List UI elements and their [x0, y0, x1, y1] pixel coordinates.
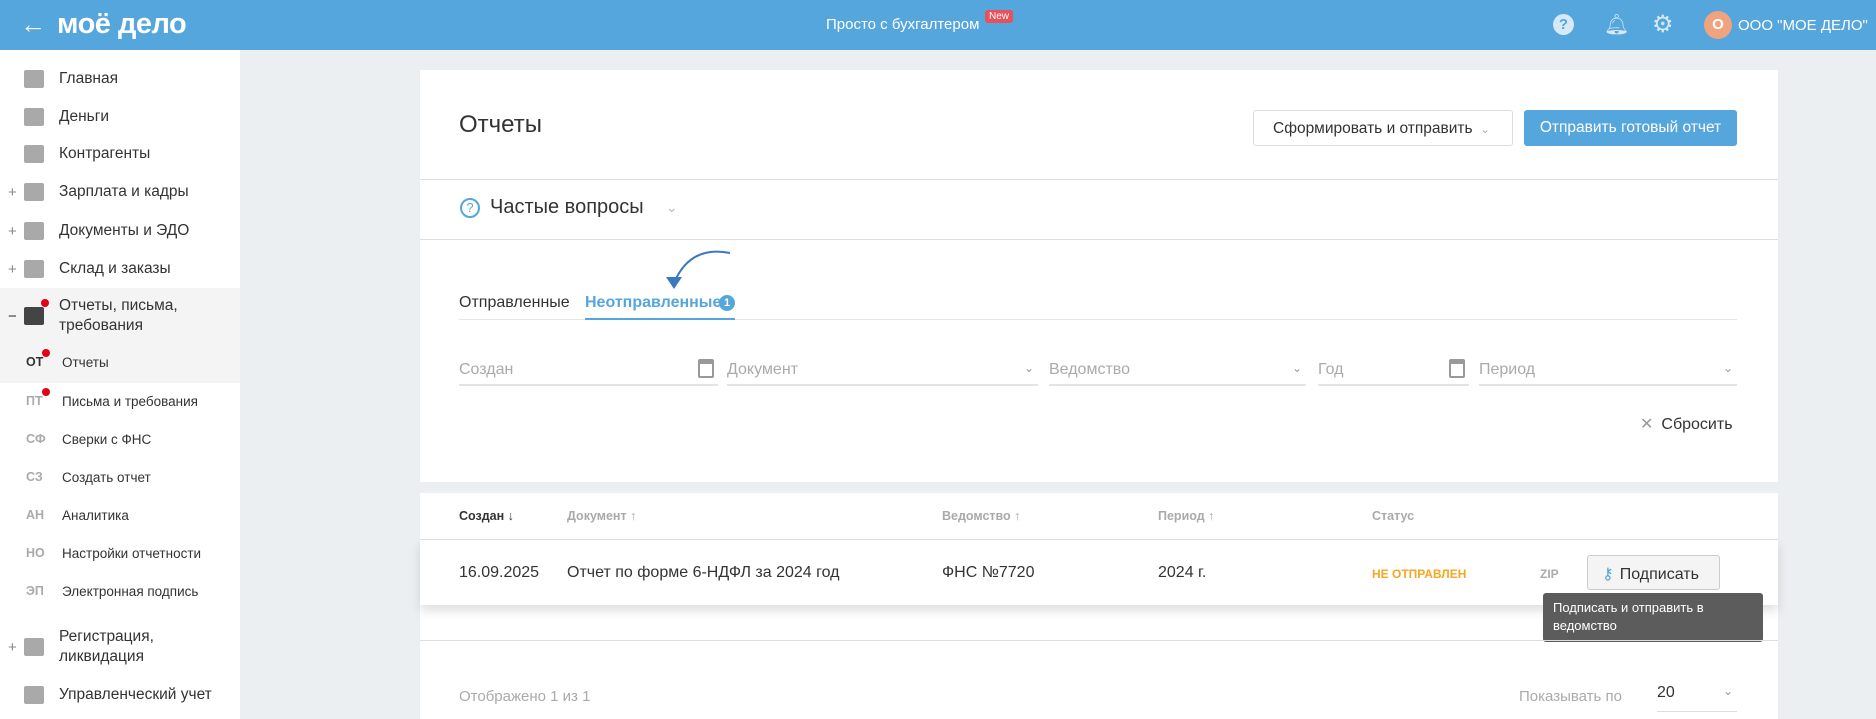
new-badge: New — [985, 10, 1014, 23]
chevron-down-icon: ⌄ — [1480, 124, 1490, 136]
chevron-down-icon[interactable]: ⌄ — [666, 199, 678, 216]
calendar-icon[interactable] — [698, 359, 714, 378]
status-badge: НЕ ОТПРАВЛЕН — [1372, 567, 1467, 581]
reset-filters-button[interactable]: ✕ Сбросить — [1640, 414, 1733, 434]
org-name[interactable]: ООО "МОЕ ДЕЛО" — [1738, 17, 1868, 34]
sidebar-item-home[interactable]: Главная — [0, 68, 240, 90]
page-title: Отчеты — [459, 111, 542, 138]
document-filter[interactable]: Документ ⌄ — [727, 355, 1038, 386]
person-icon — [24, 145, 44, 163]
sidebar-item-documents[interactable]: + Документы и ЭДО — [0, 220, 240, 242]
money-icon — [24, 108, 44, 126]
help-icon[interactable]: ? — [1553, 14, 1574, 35]
divider — [420, 179, 1778, 180]
back-arrow-icon[interactable]: ← — [20, 9, 46, 40]
annotation-arrow-icon — [666, 250, 731, 289]
registration-icon — [24, 638, 44, 656]
sidebar-item-reports-section[interactable]: − Отчеты, письма, требования — [0, 296, 240, 336]
shown-count: Отображено 1 из 1 — [459, 688, 591, 705]
faq-toggle[interactable]: Частые вопросы — [490, 196, 644, 219]
gear-icon[interactable]: ⚙ — [1652, 10, 1674, 39]
year-filter[interactable]: Год — [1318, 355, 1469, 386]
sign-button[interactable]: ⚷ Подписать — [1587, 555, 1720, 590]
close-icon: ✕ — [1640, 416, 1654, 433]
column-header-created[interactable]: Создан ↓ — [459, 509, 514, 523]
chevron-down-icon: ⌄ — [1291, 361, 1302, 375]
usb-token-icon: ⚷ — [1602, 566, 1614, 583]
count-badge: 1 — [719, 295, 735, 311]
chevron-down-icon: ⌄ — [1722, 684, 1733, 698]
sidebar: Главная Деньги Контрагенты + Зарплата и к… — [0, 50, 240, 719]
column-header-status: Статус — [1372, 509, 1415, 523]
center-link[interactable]: Просто с бухгалтером — [826, 16, 979, 33]
sidebar-item-registration[interactable]: + Регистрация, ликвидация — [0, 627, 240, 667]
calendar-icon[interactable] — [1449, 359, 1465, 378]
column-header-document[interactable]: Документ ↑ — [567, 509, 636, 523]
period-filter[interactable]: Период ⌄ — [1479, 355, 1737, 386]
cell-document[interactable]: Отчет по форме 6-НДФЛ за 2024 год — [567, 564, 840, 582]
folder-icon — [24, 222, 44, 240]
column-header-period[interactable]: Период ↑ — [1158, 509, 1214, 523]
ruble-icon — [24, 686, 44, 704]
agency-filter[interactable]: Ведомство ⌄ — [1049, 355, 1306, 386]
tab-sent[interactable]: Отправленные — [459, 294, 570, 312]
notification-dot — [41, 299, 49, 307]
form-and-send-button[interactable]: Сформировать и отправить ⌄ — [1253, 110, 1513, 146]
bell-icon[interactable]: 🔔︎ — [1604, 12, 1629, 37]
tooltip: Подписать и отправить в ведомство — [1543, 593, 1763, 642]
zip-download-link[interactable]: ZIP — [1540, 567, 1559, 581]
sidebar-item-management[interactable]: Управленческий учет — [0, 684, 240, 706]
cart-icon — [24, 260, 44, 278]
chevron-down-icon: ⌄ — [1023, 361, 1034, 375]
notification-dot — [42, 388, 50, 396]
cell-period: 2024 г. — [1158, 564, 1207, 581]
home-icon — [24, 70, 44, 88]
notification-dot — [42, 349, 50, 357]
column-header-agency[interactable]: Ведомство ↑ — [942, 509, 1020, 523]
cell-agency: ФНС №7720 — [942, 564, 1035, 581]
wallet-icon — [24, 183, 44, 201]
sidebar-item-warehouse[interactable]: + Склад и заказы — [0, 258, 240, 280]
per-page-select[interactable]: 20 ⌄ — [1657, 684, 1737, 712]
question-icon: ? — [460, 198, 480, 218]
sidebar-item-money[interactable]: Деньги — [0, 106, 240, 128]
cell-created: 16.09.2025 — [459, 564, 540, 581]
tab-unsent[interactable]: Неотправленные 1 — [585, 294, 735, 320]
logo[interactable]: моё дело — [57, 8, 187, 41]
send-ready-report-button[interactable]: Отправить готовый отчет — [1524, 110, 1737, 146]
divider — [420, 640, 1778, 641]
created-date-filter[interactable]: Создан — [459, 355, 718, 386]
chevron-down-icon: ⌄ — [1722, 361, 1733, 375]
sidebar-item-contractors[interactable]: Контрагенты — [0, 143, 240, 165]
sidebar-item-salary[interactable]: + Зарплата и кадры — [0, 181, 240, 203]
report-check-icon — [24, 307, 44, 325]
per-page-label: Показывать по — [1519, 688, 1622, 705]
avatar[interactable]: О — [1704, 11, 1732, 39]
divider — [420, 239, 1778, 240]
top-bar: ← моё дело Просто с бухгалтером New ? 🔔︎… — [0, 0, 1876, 50]
